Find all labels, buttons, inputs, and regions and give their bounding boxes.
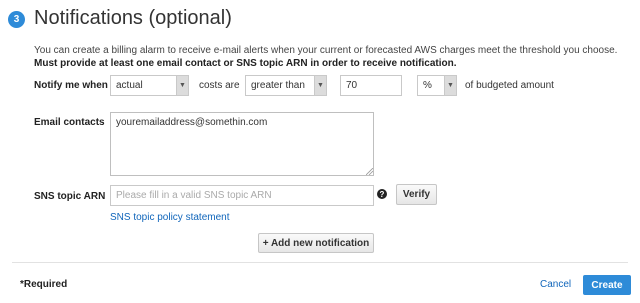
add-notification-button[interactable]: + Add new notification [258,233,374,253]
sns-topic-label: SNS topic ARN [34,191,106,202]
cancel-link[interactable]: Cancel [540,279,571,290]
notify-label: Notify me when [34,80,108,91]
comparison-select[interactable]: greater than ▼ [245,75,327,96]
chevron-down-icon: ▼ [444,76,456,95]
email-contacts-label: Email contacts [34,117,105,128]
step-number-badge: 3 [8,11,25,28]
section-title: Notifications (optional) [34,7,232,29]
charge-type-select[interactable]: actual ▼ [110,75,189,96]
comparison-value: greater than [251,80,305,91]
verify-button[interactable]: Verify [396,184,437,205]
footer-divider [12,262,628,263]
description-text: You can create a billing alarm to receiv… [34,45,618,56]
unit-value: % [423,80,432,91]
description-requirement: Must provide at least one email contact … [34,58,457,69]
create-button[interactable]: Create [583,275,631,295]
chevron-down-icon: ▼ [314,76,326,95]
sns-policy-link[interactable]: SNS topic policy statement [110,212,230,223]
costs-are-label: costs are [199,80,240,91]
email-contacts-field[interactable]: youremailaddress@somethin.com [110,112,374,176]
budget-suffix-label: of budgeted amount [465,80,554,91]
chevron-down-icon: ▼ [176,76,188,95]
resize-handle-icon[interactable] [366,168,373,175]
help-icon[interactable]: ? [377,189,387,199]
section-description: You can create a billing alarm to receiv… [34,44,634,70]
required-note: *Required [20,279,68,290]
unit-select[interactable]: % ▼ [417,75,457,96]
sns-topic-input[interactable] [110,185,374,206]
charge-type-value: actual [116,80,143,91]
threshold-input[interactable]: 70 [340,75,402,96]
